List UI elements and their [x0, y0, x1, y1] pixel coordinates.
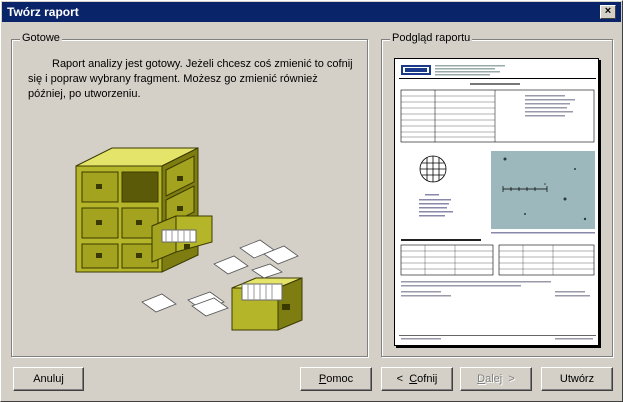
- company-logo-icon: [401, 65, 431, 75]
- report-preview-legend: Podgląd raportu: [390, 32, 473, 44]
- cancel-button[interactable]: Anuluj: [13, 367, 84, 391]
- cancel-label: Anuluj: [33, 373, 64, 385]
- next-button[interactable]: Dalej >: [460, 367, 532, 391]
- micrograph-image: [491, 151, 595, 229]
- reticle-icon: [419, 155, 447, 183]
- back-arrow-icon: <: [396, 373, 404, 385]
- report-thumbnail: [399, 65, 596, 340]
- title-bar[interactable]: Twórz raport ×: [2, 2, 621, 22]
- ready-group: Gotowe Raport analizy jest gotowy. Jeżel…: [11, 32, 368, 357]
- help-label: omoc: [326, 373, 354, 385]
- window-title: Twórz raport: [7, 5, 79, 19]
- create-label: Utwórz: [559, 373, 595, 385]
- report-preview-group: Podgląd raportu: [381, 32, 613, 357]
- report-preview-page: [394, 58, 599, 346]
- create-button[interactable]: Utwórz: [541, 367, 613, 391]
- back-label-accel: C: [409, 373, 418, 385]
- next-arrow-icon: >: [508, 373, 515, 385]
- close-button[interactable]: ×: [600, 5, 616, 19]
- back-button[interactable]: < Cofnij: [381, 367, 453, 391]
- drawer-icon: [231, 277, 303, 331]
- dialog-window: Twórz raport × Gotowe Raport analizy jes…: [0, 0, 623, 402]
- cabinet-icon: [75, 147, 213, 273]
- back-label: ofnij: [417, 373, 438, 385]
- help-button[interactable]: Pomoc: [300, 367, 372, 391]
- next-label-accel: D: [477, 373, 486, 385]
- filing-cabinet-illustration: [75, 147, 303, 331]
- close-icon: ×: [604, 5, 612, 17]
- next-label: alej: [485, 373, 503, 385]
